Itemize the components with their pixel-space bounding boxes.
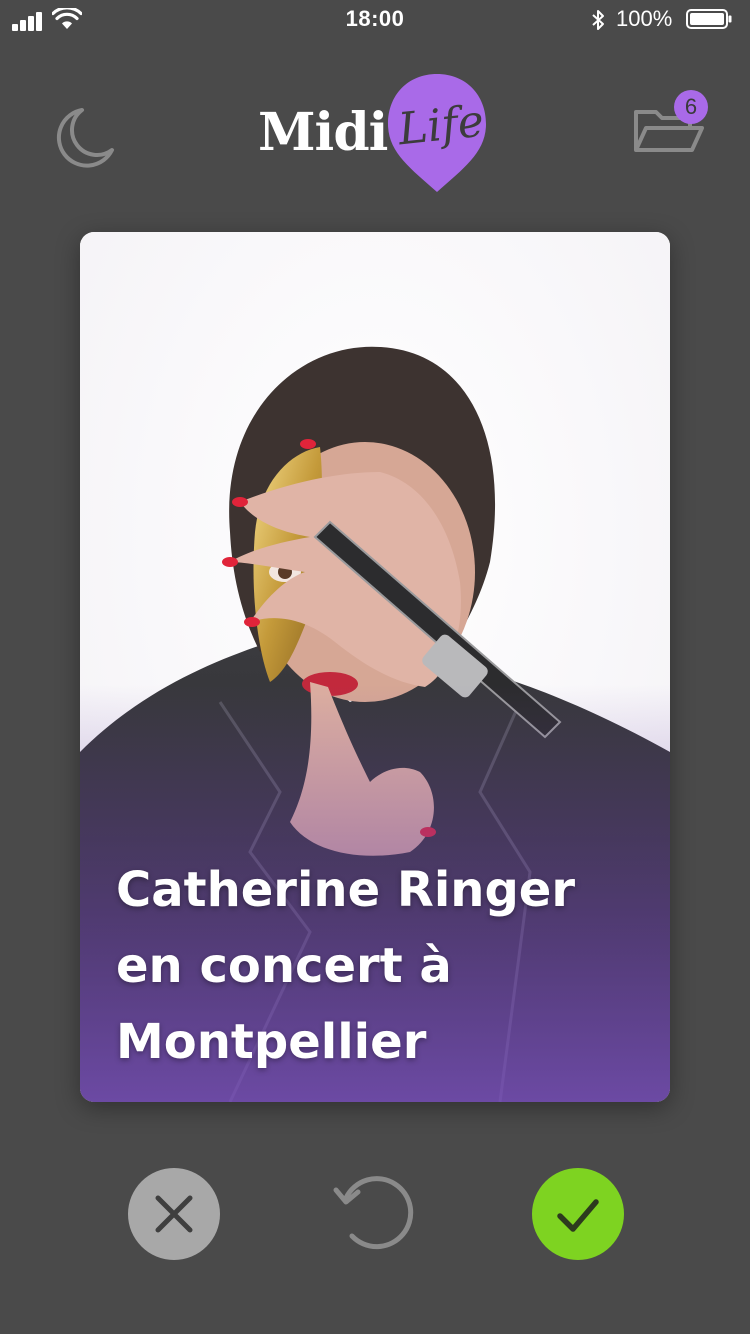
- night-mode-button[interactable]: [52, 100, 122, 170]
- event-title: Catherine Ringer en concert à Montpellie…: [116, 852, 636, 1080]
- battery-icon: [686, 9, 732, 29]
- check-icon: [557, 1199, 599, 1232]
- logo-text-life: Life: [395, 95, 487, 156]
- folder-count-badge: 6: [674, 90, 708, 124]
- event-title-line: Catherine Ringer: [116, 862, 576, 918]
- accept-button[interactable]: [532, 1168, 624, 1260]
- app-header: Midi Life 6: [0, 60, 750, 210]
- undo-button[interactable]: [328, 1168, 420, 1260]
- reject-button[interactable]: [128, 1168, 220, 1260]
- event-card[interactable]: Catherine Ringer en concert à Montpellie…: [80, 232, 670, 1102]
- status-bar: 18:00 100%: [0, 0, 750, 40]
- logo-text-midi: Midi: [258, 102, 388, 163]
- bluetooth-icon: [592, 10, 604, 30]
- close-icon: [155, 1195, 193, 1233]
- moon-icon: [56, 108, 114, 168]
- app-logo: Midi Life: [250, 70, 500, 200]
- undo-icon: [333, 1176, 414, 1250]
- battery-percent: 100%: [616, 6, 673, 31]
- event-title-line: en concert à: [116, 938, 452, 994]
- event-title-line: Montpellier: [116, 1014, 427, 1070]
